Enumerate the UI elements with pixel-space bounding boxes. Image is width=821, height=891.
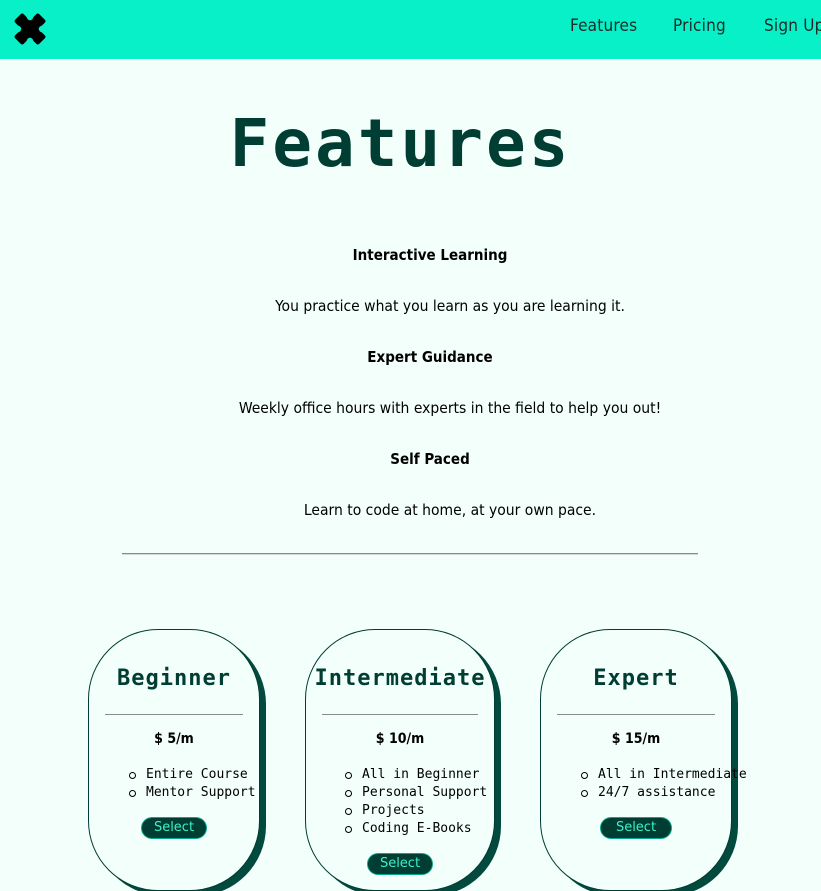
card-divider — [557, 714, 715, 715]
section-divider — [122, 553, 698, 555]
select-beginner-button[interactable]: Select — [142, 818, 206, 838]
list-item: 24/7 assistance — [580, 784, 747, 802]
list-item: Mentor Support — [128, 784, 256, 802]
feature-heading-interactive-learning: Interactive Learning — [352, 246, 508, 264]
list-item: Projects — [344, 802, 487, 820]
feature-heading-expert-guidance: Expert Guidance — [367, 348, 493, 366]
feature-text-expert-guidance: Weekly office hours with experts in the … — [238, 399, 662, 417]
card-divider — [322, 714, 478, 715]
card-divider — [105, 714, 243, 715]
feature-text-interactive-learning: You practice what you learn as you are l… — [275, 297, 625, 315]
select-expert-button[interactable]: Select — [601, 818, 671, 838]
puzzle-cross-logo-icon[interactable] — [13, 12, 47, 46]
plan-feature-list: All in Beginner Personal Support Project… — [344, 766, 487, 838]
list-item: Entire Course — [128, 766, 256, 784]
feature-text-self-paced: Learn to code at home, at your own pace. — [303, 501, 597, 519]
plan-name: Intermediate — [314, 666, 486, 691]
feature-heading-self-paced: Self Paced — [390, 450, 470, 468]
plan-price: $ 15/m — [611, 731, 661, 747]
list-item: Coding E-Books — [344, 820, 487, 838]
nav-link-pricing[interactable]: Pricing — [673, 16, 726, 36]
list-item: All in Intermediate — [580, 766, 747, 784]
pricing-card-expert: Expert $ 15/m All in Intermediate 24/7 a… — [540, 629, 747, 891]
plan-name: Beginner — [117, 666, 231, 691]
pricing-card-beginner: Beginner $ 5/m Entire Course Mentor Supp… — [88, 629, 260, 891]
nav-link-features[interactable]: Features — [570, 16, 637, 36]
top-navbar: Features Pricing Sign Up — [0, 0, 821, 59]
plan-price: $ 5/m — [154, 731, 194, 747]
plan-feature-list: Entire Course Mentor Support — [128, 766, 256, 802]
plan-feature-list: All in Intermediate 24/7 assistance — [580, 766, 747, 802]
select-intermediate-button[interactable]: Select — [368, 854, 432, 874]
nav-link-sign-up[interactable]: Sign Up — [764, 16, 821, 36]
plan-price: $ 10/m — [375, 731, 425, 747]
page-title: Features — [229, 105, 572, 182]
pricing-card-intermediate: Intermediate $ 10/m All in Beginner Pers… — [305, 629, 495, 891]
list-item: Personal Support — [344, 784, 487, 802]
plan-name: Expert — [593, 666, 679, 691]
list-item: All in Beginner — [344, 766, 487, 784]
